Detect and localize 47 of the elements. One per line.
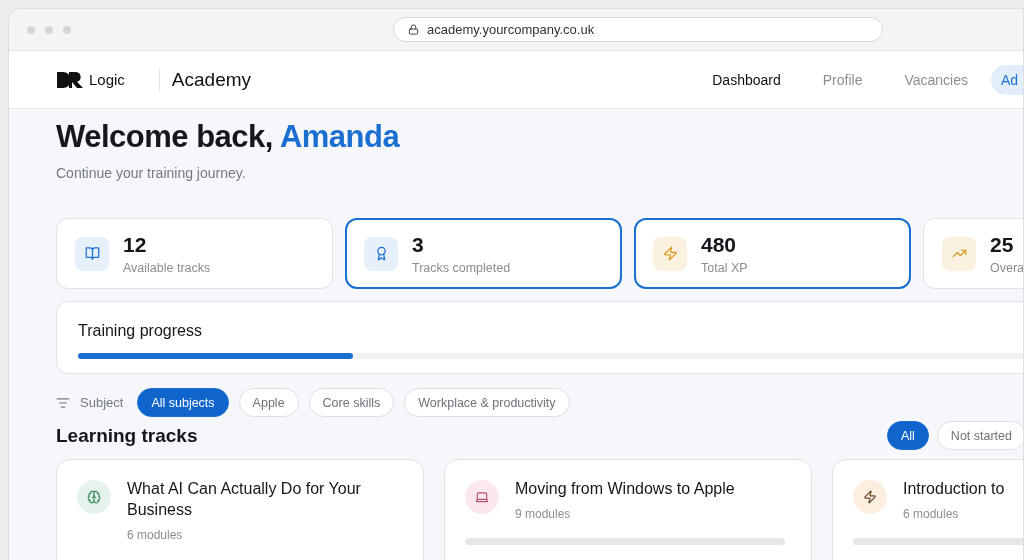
welcome-heading: Welcome back, Amanda (56, 119, 401, 155)
window-dot[interactable] (45, 25, 53, 34)
address-bar[interactable]: academy.yourcompany.co.uk (393, 17, 883, 42)
filter-icon (56, 395, 70, 410)
subject-chip[interactable]: Core skills (308, 388, 395, 417)
window-dot[interactable] (27, 25, 35, 34)
brain-icon (77, 480, 111, 514)
nav-link[interactable]: Vacancies (885, 64, 987, 95)
logo-icon (57, 71, 83, 88)
section-heading: Learning tracks (56, 424, 198, 447)
module-count: 9 modules (515, 507, 572, 521)
window-dot[interactable] (63, 25, 71, 34)
track-card[interactable]: Introduction to 6 modules (832, 459, 1023, 560)
module-count: 6 modules (127, 528, 184, 542)
book-icon (75, 236, 109, 271)
subject-chip[interactable]: Apple (238, 388, 299, 417)
stat-label: Total XP (701, 260, 748, 275)
lock-icon (408, 24, 419, 35)
progress-title: Training progress (78, 322, 203, 340)
logo-text: Logic (89, 71, 125, 88)
stat-label: Available tracks (123, 260, 211, 275)
lightning-icon (653, 236, 687, 271)
section-title: Academy (171, 68, 252, 91)
subject-chip[interactable]: Workplace & productivity (404, 388, 570, 417)
stat-value: 3 (412, 232, 425, 257)
nav-link[interactable]: Ad (991, 64, 1023, 95)
status-chip[interactable]: Not started (936, 421, 1023, 450)
lightning-icon (853, 480, 887, 514)
stat-value: 480 (701, 232, 738, 257)
laptop-icon (465, 480, 499, 514)
stat-label: Tracks completed (412, 260, 511, 275)
subject-chip[interactable]: All subjects (137, 388, 229, 417)
track-title: Moving from Windows to Apple (515, 479, 736, 499)
nav-link[interactable]: Profile (803, 64, 882, 95)
filter-label: Subject (80, 395, 124, 410)
status-chip[interactable]: All (886, 421, 929, 450)
award-icon (364, 236, 398, 271)
module-count: 6 modules (903, 507, 960, 521)
stat-value: 25 (990, 232, 1015, 257)
track-title: Introduction to (903, 479, 1006, 499)
nav-link[interactable]: Dashboard (693, 64, 800, 95)
track-title: What AI Can Actually Do for Your Business (127, 479, 362, 520)
stat-value: 12 (123, 232, 148, 257)
welcome-subtitle: Continue your training journey. (56, 165, 247, 181)
track-card[interactable]: What AI Can Actually Do for Your Business 6 modules (56, 459, 424, 560)
trend-up-icon (942, 236, 976, 271)
track-card[interactable]: Moving from Windows to Apple 9 modules (444, 459, 812, 560)
